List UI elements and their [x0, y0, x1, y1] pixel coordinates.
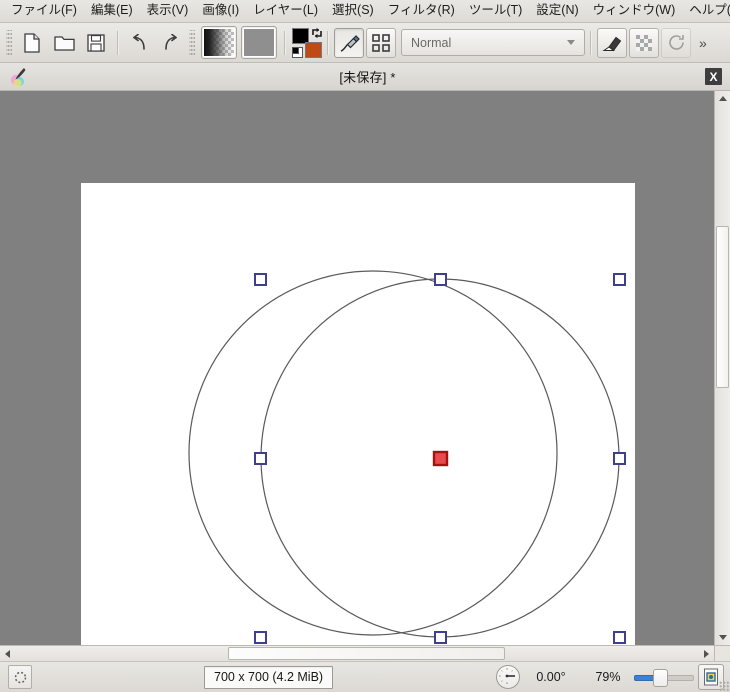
image-canvas[interactable] [81, 183, 635, 645]
pixel-blocks-icon [372, 33, 390, 52]
toolbar-grip[interactable] [6, 29, 12, 56]
handle-top-center[interactable] [434, 273, 447, 286]
menu-help[interactable]: ヘルプ(H) [682, 1, 730, 21]
floppy-save-icon [87, 33, 105, 52]
handle-top-right[interactable] [613, 273, 626, 286]
image-editor-window: ファイル(F) 編集(E) 表示(V) 画像(I) レイヤー(L) 選択(S) … [0, 0, 730, 692]
rotation-dial[interactable] [496, 665, 520, 689]
scroll-right-button[interactable] [699, 646, 714, 661]
brush-pen-icon [340, 34, 360, 52]
redo-button[interactable] [156, 28, 186, 58]
scroll-left-button[interactable] [0, 646, 15, 661]
arrow-up-icon [718, 96, 727, 101]
image-size-value: 700 x 700 (4.2 MiB) [204, 666, 334, 689]
color-swatches[interactable] [292, 27, 323, 58]
chevron-down-icon [567, 40, 575, 45]
horizontal-scrollbar-thumb[interactable] [228, 647, 505, 660]
toolbar-grip-2[interactable] [189, 29, 195, 56]
canvas-workarea [0, 91, 730, 645]
rotation-angle-value: 0.00° [536, 670, 566, 684]
handle-middle-left[interactable] [254, 452, 267, 465]
menu-file[interactable]: ファイル(F) [4, 1, 84, 21]
menu-filter[interactable]: フィルタ(R) [381, 1, 462, 21]
vertical-scrollbar-thumb[interactable] [716, 226, 729, 388]
swap-colors-icon[interactable] [311, 27, 323, 39]
eraser-button[interactable] [597, 27, 627, 58]
dotted-selection-icon [14, 671, 26, 683]
pattern-swatch-button[interactable] [241, 26, 277, 59]
menu-settings[interactable]: 設定(N) [529, 1, 585, 21]
fit-image-icon [704, 668, 718, 686]
new-file-button[interactable] [17, 28, 47, 58]
scroll-up-button[interactable] [715, 91, 730, 106]
brush-tool-button[interactable] [334, 27, 364, 58]
app-logo-icon [10, 67, 26, 87]
menu-tools[interactable]: ツール(T) [462, 1, 529, 21]
canvas-overlay [188, 270, 626, 644]
blend-mode-value: Normal [411, 35, 452, 50]
gradient-swatch-button[interactable] [201, 26, 237, 59]
toolbar: Normal » [0, 23, 730, 63]
reset-colors-icon[interactable] [292, 46, 303, 58]
zoom-level-value: 79% [595, 670, 621, 684]
close-tab-button[interactable]: X [705, 68, 722, 85]
zoom-slider[interactable] [634, 667, 694, 687]
menu-select[interactable]: 選択(S) [325, 1, 381, 21]
rotation-dial-icon [499, 668, 515, 684]
selection-indicator-button[interactable] [8, 665, 32, 689]
horizontal-scrollbar[interactable] [0, 645, 714, 661]
redo-arrow-icon [165, 33, 177, 50]
selection-handles[interactable] [254, 273, 626, 644]
folder-icon [53, 35, 75, 51]
handle-bottom-center[interactable] [434, 631, 447, 644]
transparency-button[interactable] [629, 27, 659, 58]
menu-image[interactable]: 画像(I) [195, 1, 246, 21]
background-color-swatch[interactable] [305, 41, 322, 58]
image-size-field[interactable]: 700 x 700 (4.2 MiB) [204, 666, 334, 689]
eraser-icon [602, 36, 622, 51]
menu-window[interactable]: ウィンドウ(W) [586, 1, 683, 21]
canvas-viewport[interactable] [0, 91, 714, 645]
status-right-group: 0.00° 79% [496, 664, 724, 690]
handle-center[interactable] [432, 450, 449, 467]
menubar: ファイル(F) 編集(E) 表示(V) 画像(I) レイヤー(L) 選択(S) … [0, 0, 730, 23]
horizontal-scroll-row [0, 645, 730, 661]
arrow-down-icon [718, 635, 727, 640]
handle-bottom-right[interactable] [613, 631, 626, 644]
pixel-grid-tool-button[interactable] [366, 27, 396, 58]
statusbar: 700 x 700 (4.2 MiB) 0.00° 79% [0, 661, 730, 692]
shape-circle-small [188, 270, 558, 636]
vertical-scrollbar[interactable] [714, 91, 730, 645]
rotate-button [661, 27, 691, 58]
document-title: [未保存] * [339, 70, 396, 85]
save-button[interactable] [81, 28, 111, 58]
pattern-preview-icon [244, 29, 274, 56]
arrow-left-icon [5, 649, 10, 658]
undo-button[interactable] [124, 28, 154, 58]
toolbar-separator-4 [590, 30, 591, 55]
gradient-preview-icon [204, 29, 234, 56]
document-tabbar: [未保存] * X [0, 63, 730, 91]
open-file-button[interactable] [49, 28, 79, 58]
handle-top-left[interactable] [254, 273, 267, 286]
handle-middle-right[interactable] [613, 452, 626, 465]
menu-edit[interactable]: 編集(E) [84, 1, 140, 21]
zoom-slider-thumb[interactable] [653, 669, 668, 687]
menu-view[interactable]: 表示(V) [140, 1, 196, 21]
window-resize-grip[interactable] [719, 681, 729, 691]
handle-bottom-left[interactable] [254, 631, 267, 644]
toolbar-separator-1 [117, 30, 118, 55]
checkerboard-icon [636, 34, 652, 51]
toolbar-separator-3 [327, 30, 328, 55]
arrow-right-icon [704, 649, 709, 658]
scrollbar-corner [714, 645, 730, 661]
new-file-icon [24, 32, 40, 53]
rotate-circle-icon [668, 35, 684, 50]
toolbar-separator-2 [284, 30, 285, 55]
scroll-down-button[interactable] [715, 630, 730, 645]
blend-mode-select[interactable]: Normal [401, 29, 585, 56]
undo-arrow-icon [133, 33, 145, 50]
toolbar-overflow-button[interactable]: » [696, 36, 710, 50]
menu-layer[interactable]: レイヤー(L) [246, 1, 325, 21]
